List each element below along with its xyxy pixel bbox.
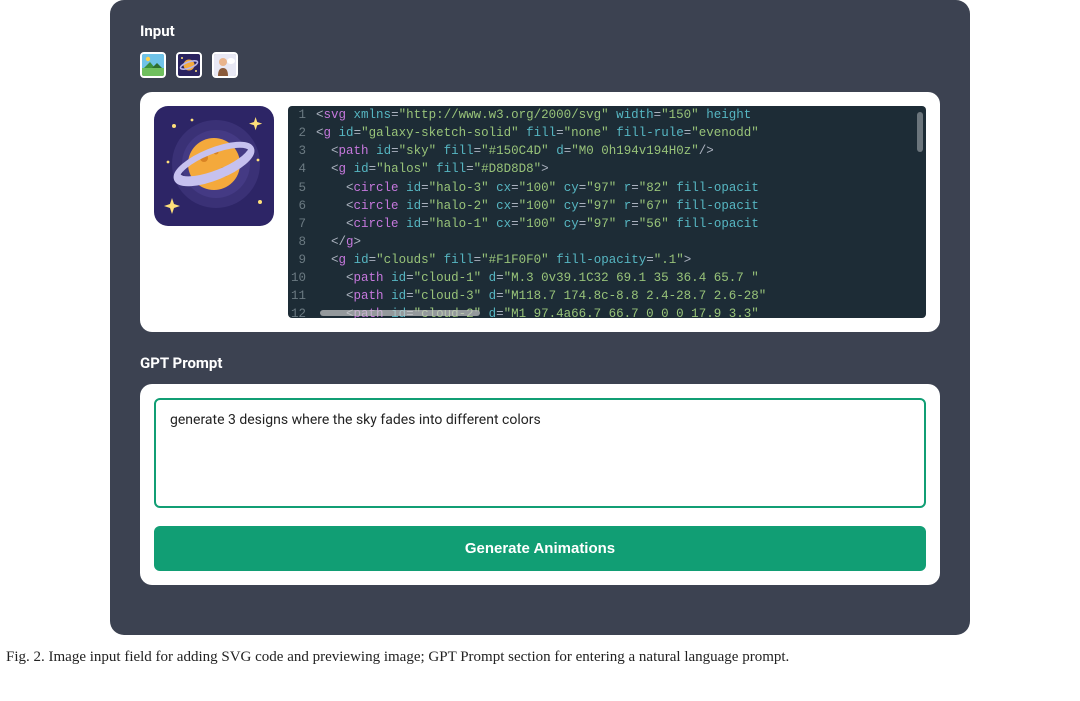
avatar-icon bbox=[214, 54, 236, 76]
code-line: 8 </g> bbox=[288, 233, 926, 251]
code-line: 4 <g id="halos" fill="#D8D8D8"> bbox=[288, 160, 926, 178]
code-line: 11 <path id="cloud-3" d="M118.7 174.8c-8… bbox=[288, 287, 926, 305]
input-section: Input bbox=[140, 22, 940, 332]
input-label: Input bbox=[140, 22, 940, 40]
gpt-prompt-label: GPT Prompt bbox=[140, 354, 940, 372]
thumbnail-row bbox=[140, 52, 940, 78]
galaxy-icon bbox=[178, 54, 200, 76]
svg-preview bbox=[154, 106, 274, 226]
input-card: 1<svg xmlns="http://www.w3.org/2000/svg"… bbox=[140, 92, 940, 332]
svg-code-editor[interactable]: 1<svg xmlns="http://www.w3.org/2000/svg"… bbox=[288, 106, 926, 318]
thumbnail-avatar[interactable] bbox=[212, 52, 238, 78]
gpt-prompt-section: GPT Prompt Generate Animations bbox=[140, 354, 940, 585]
vertical-scrollbar[interactable] bbox=[917, 112, 923, 152]
app-panel: Input bbox=[110, 0, 970, 635]
thumbnail-landscape[interactable] bbox=[140, 52, 166, 78]
gpt-prompt-input[interactable] bbox=[154, 398, 926, 508]
thumbnail-galaxy[interactable] bbox=[176, 52, 202, 78]
code-line: 6 <circle id="halo-2" cx="100" cy="97" r… bbox=[288, 197, 926, 215]
code-line: 9 <g id="clouds" fill="#F1F0F0" fill-opa… bbox=[288, 251, 926, 269]
code-line: 1<svg xmlns="http://www.w3.org/2000/svg"… bbox=[288, 106, 926, 124]
horizontal-scrollbar[interactable] bbox=[320, 310, 480, 316]
gpt-prompt-card: Generate Animations bbox=[140, 384, 940, 585]
code-line: 7 <circle id="halo-1" cx="100" cy="97" r… bbox=[288, 215, 926, 233]
figure-caption: Fig. 2. Image input field for adding SVG… bbox=[6, 649, 1080, 666]
generate-animations-button[interactable]: Generate Animations bbox=[154, 526, 926, 571]
code-line: 10 <path id="cloud-1" d="M.3 0v39.1C32 6… bbox=[288, 269, 926, 287]
code-line: 2<g id="galaxy-sketch-solid" fill="none"… bbox=[288, 124, 926, 142]
code-line: 3 <path id="sky" fill="#150C4D" d="M0 0h… bbox=[288, 142, 926, 160]
code-line: 5 <circle id="halo-3" cx="100" cy="97" r… bbox=[288, 179, 926, 197]
galaxy-preview-svg bbox=[154, 106, 274, 226]
landscape-icon bbox=[142, 54, 164, 76]
